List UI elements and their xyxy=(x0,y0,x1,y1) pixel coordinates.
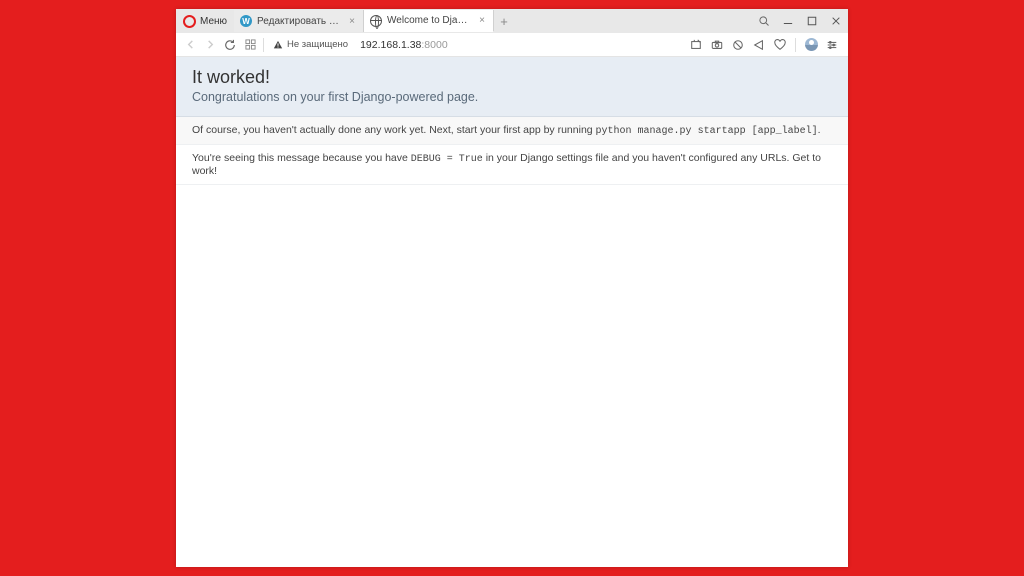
tab-django[interactable]: Welcome to Django × xyxy=(364,10,494,32)
url-input[interactable]: 192.168.1.38:8000 xyxy=(354,39,687,51)
msg-text: . xyxy=(818,124,821,136)
wordpress-icon: W xyxy=(240,15,252,27)
new-tab-button[interactable]: + xyxy=(494,10,514,32)
reload-button[interactable] xyxy=(220,35,240,55)
snapshot-icon[interactable] xyxy=(687,36,705,54)
tab-title: Welcome to Django xyxy=(387,15,472,26)
heart-icon[interactable] xyxy=(771,36,789,54)
page-title: It worked! xyxy=(192,67,832,88)
globe-icon xyxy=(370,15,382,27)
msg-code: python manage.py startapp [app_label] xyxy=(596,126,818,137)
close-icon[interactable]: × xyxy=(347,16,357,26)
profile-button[interactable] xyxy=(802,36,820,54)
security-indicator[interactable]: Не защищено xyxy=(267,39,354,50)
forward-button[interactable] xyxy=(200,35,220,55)
search-icon[interactable] xyxy=(752,9,776,33)
tab-bar: Меню W Редактировать запись ‹ П... × Wel… xyxy=(176,9,848,33)
tab-wordpress[interactable]: W Редактировать запись ‹ П... × xyxy=(234,10,364,32)
msg-text: You're seeing this message because you h… xyxy=(192,152,411,164)
opera-logo-icon xyxy=(183,15,196,28)
close-button[interactable] xyxy=(824,9,848,33)
msg-code: DEBUG = True xyxy=(411,154,483,165)
maximize-button[interactable] xyxy=(800,9,824,33)
vpn-icon[interactable] xyxy=(750,36,768,54)
adblock-icon[interactable] xyxy=(729,36,747,54)
close-icon[interactable]: × xyxy=(477,16,487,26)
camera-icon[interactable] xyxy=(708,36,726,54)
page-content: It worked! Congratulations on your first… xyxy=(176,57,848,567)
divider xyxy=(263,38,264,52)
url-port: :8000 xyxy=(421,39,447,51)
back-button[interactable] xyxy=(180,35,200,55)
msg-text: Of course, you haven't actually done any… xyxy=(192,124,596,136)
easy-setup-button[interactable] xyxy=(823,36,841,54)
page-header: It worked! Congratulations on your first… xyxy=(176,57,848,117)
minimize-button[interactable] xyxy=(776,9,800,33)
page-subtitle: Congratulations on your first Django-pow… xyxy=(192,90,832,104)
window-controls xyxy=(752,9,848,33)
avatar-icon xyxy=(805,38,818,51)
browser-window: Меню W Редактировать запись ‹ П... × Wel… xyxy=(176,9,848,567)
debug-notice-block: You're seeing this message because you h… xyxy=(176,145,848,185)
address-bar: Не защищено 192.168.1.38:8000 xyxy=(176,33,848,57)
speed-dial-button[interactable] xyxy=(240,35,260,55)
tab-title: Редактировать запись ‹ П... xyxy=(257,16,342,27)
menu-label: Меню xyxy=(200,16,227,27)
warning-icon xyxy=(273,40,283,50)
url-host: 192.168.1.38 xyxy=(360,39,421,51)
security-label: Не защищено xyxy=(287,39,348,50)
divider xyxy=(795,38,796,52)
opera-menu-button[interactable]: Меню xyxy=(176,9,234,33)
instruction-block: Of course, you haven't actually done any… xyxy=(176,117,848,145)
toolbar-icons xyxy=(687,36,844,54)
